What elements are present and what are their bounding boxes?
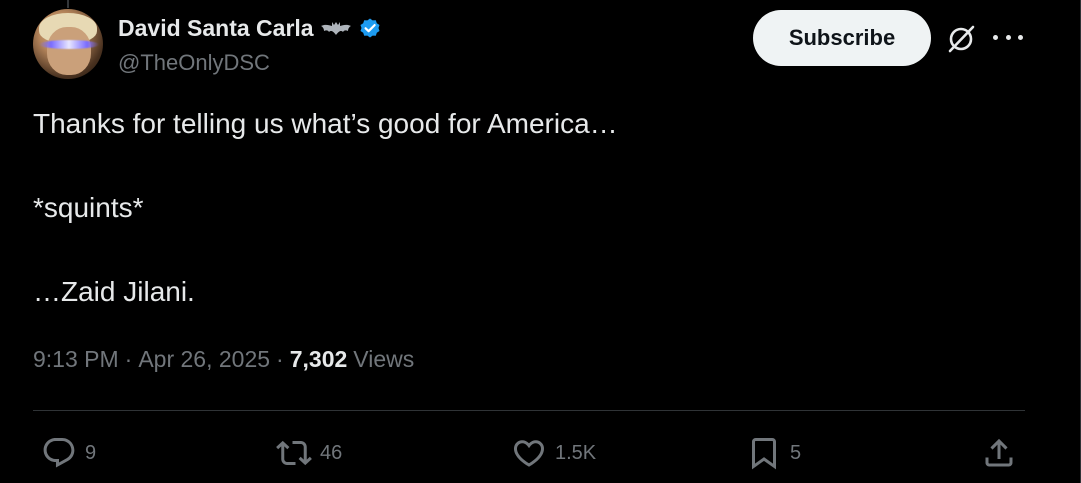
bat-emoji-icon [320,19,352,37]
subscribe-button[interactable]: Subscribe [753,10,931,66]
tweet-text-line: Thanks for telling us what’s good for Am… [33,108,618,139]
divider [33,410,1025,411]
reply-icon [41,435,77,471]
meta-separator: · [276,346,284,372]
more-options-icon[interactable] [993,27,1023,47]
meta-separator: · [124,346,133,372]
like-button[interactable]: 1.5K [511,434,596,472]
share-button[interactable] [981,434,1017,472]
like-count: 1.5K [555,441,597,464]
repost-button[interactable]: 46 [276,434,342,472]
avatar-face [47,27,91,75]
tweet-page: David Santa Carla @TheOnlyDSC Subscribe … [0,0,1081,483]
repost-count: 46 [320,441,343,464]
verified-badge-icon[interactable] [358,16,382,40]
tweet-time[interactable]: 9:13 PM [33,346,119,373]
views-label: Views [353,346,415,372]
dot [1005,34,1011,40]
author-display-name[interactable]: David Santa Carla [118,15,314,42]
share-icon [981,435,1017,471]
views-count: 7,302 [289,346,348,372]
reply-count: 9 [85,441,97,464]
tweet-text-line: *squints* [33,192,144,223]
repost-icon [276,435,312,471]
dot [1018,34,1023,40]
bookmark-count: 5 [790,441,802,464]
tweet-date[interactable]: Apr 26, 2025 [138,346,270,373]
reply-button[interactable]: 9 [41,434,96,472]
dot [993,34,998,40]
heart-icon [511,435,547,471]
avatar[interactable] [33,9,103,79]
tweet-text-line: …Zaid Jilani. [33,276,195,307]
bookmark-button[interactable]: 5 [746,434,801,472]
grok-icon[interactable] [944,22,978,56]
bookmark-icon [746,435,782,471]
author-name-row: David Santa Carla [118,12,382,44]
author-handle[interactable]: @TheOnlyDSC [118,50,270,76]
tweet-meta-row: 9:13 PM · Apr 26, 2025 · 7,302 Views [33,346,414,373]
avatar-glowing-eyes [39,40,99,49]
thread-connector-line [67,0,69,8]
